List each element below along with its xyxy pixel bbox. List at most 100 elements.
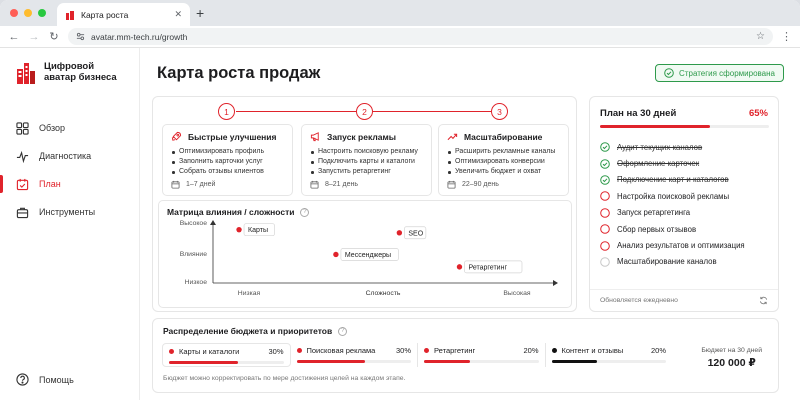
bookmark-star-icon[interactable]: ☆ xyxy=(756,31,765,42)
tab-title: Карта роста xyxy=(81,9,129,20)
rocket-icon xyxy=(171,131,182,141)
budget-item-bar xyxy=(296,360,411,363)
y-axis-arrow xyxy=(210,220,216,225)
step-3[interactable]: 3 xyxy=(491,103,508,120)
circle-outline-icon[interactable] xyxy=(600,191,610,202)
minimize-window-button[interactable] xyxy=(24,9,32,17)
plan-item[interactable]: Настройка поисковой рекламы xyxy=(600,188,775,204)
stage-task: Увеличить бюджет и охват xyxy=(447,167,560,177)
y-tick-label: Влияние xyxy=(180,251,208,258)
plan-percent: 65% xyxy=(748,108,768,119)
budget-item-percent: 30% xyxy=(268,347,284,356)
circle-outline-icon[interactable] xyxy=(600,257,610,267)
matrix-plot: Высокое Влияние Низкое Низкая Высокая Сложнос… xyxy=(180,220,558,297)
sidebar-item-overview[interactable]: Обзор xyxy=(0,114,139,142)
x-tick-label: Высокая xyxy=(503,290,531,297)
sidebar-item-diagnostics[interactable]: Диагностика xyxy=(0,142,139,170)
matrix-point-label: Карты xyxy=(248,227,268,234)
forward-icon[interactable]: → xyxy=(28,31,40,43)
stage-duration: 1–7 дней xyxy=(171,180,215,189)
stage-header: Масштабирование xyxy=(447,131,560,142)
stage-ads-launch[interactable]: Запуск рекламы Настроить поисковую рекла… xyxy=(301,124,432,196)
roadmap-card: 1 2 3 Быстрые улучшения Оптимизировать п… xyxy=(152,96,577,312)
sidebar-item-plan[interactable]: План xyxy=(0,170,139,198)
close-window-button[interactable] xyxy=(10,9,18,17)
budget-item-row: Контент и отзывы 20% xyxy=(551,346,666,355)
reload-icon[interactable]: ↻ xyxy=(48,30,60,43)
close-tab-icon[interactable]: ✕ xyxy=(174,9,182,20)
stage-scaling[interactable]: Масштабирование Расширить рекламные кана… xyxy=(438,124,569,196)
step-1[interactable]: 1 xyxy=(218,103,235,120)
budget-item[interactable]: Ретаргетинг 20% xyxy=(418,343,546,367)
sidebar-item-label: Обзор xyxy=(39,123,65,133)
budget-item[interactable]: Поисковая реклама 30% xyxy=(291,343,418,367)
plan-title: План на 30 дней xyxy=(600,108,677,119)
y-tick-label: Низкое xyxy=(185,279,208,286)
budget-total: Бюджет на 30 дней 120 000 ₽ xyxy=(701,347,762,369)
check-circle-icon[interactable] xyxy=(600,175,610,185)
maximize-window-button[interactable] xyxy=(38,9,46,17)
budget-item-bar xyxy=(169,361,284,364)
circle-outline-icon[interactable] xyxy=(600,207,610,218)
back-icon[interactable]: ← xyxy=(8,31,20,43)
plan-item[interactable]: Масштабирование каналов xyxy=(600,254,775,270)
app: Цифровой аватар бизнеса Обзор Диагностик… xyxy=(0,48,800,400)
plan-item[interactable]: Оформление карточек xyxy=(600,155,775,171)
sidebar-item-tools[interactable]: Инструменты xyxy=(0,198,139,226)
plan-item[interactable]: Сбор первых отзывов xyxy=(600,221,775,237)
matrix-point xyxy=(236,226,242,233)
calendar-icon xyxy=(171,180,180,189)
refresh-icon[interactable] xyxy=(759,296,768,305)
budget-item-bar xyxy=(551,360,666,363)
budget-item-bar xyxy=(424,360,539,363)
budget-item[interactable]: Контент и отзывы 20% xyxy=(546,343,673,367)
matrix-point xyxy=(396,230,403,236)
plan-item-label: Анализ результатов и оптимизация xyxy=(617,241,745,251)
trend-up-icon xyxy=(447,133,458,141)
budget-item-label: Контент и отзывы xyxy=(561,346,624,355)
help-link[interactable]: Помощь xyxy=(16,373,74,386)
budget-item-row: Ретаргетинг 20% xyxy=(424,346,539,355)
budget-card: Распределение бюджета и приоритетов ? Ка… xyxy=(152,318,779,393)
budget-title-text: Распределение бюджета и приоритетов xyxy=(163,326,333,336)
brand-line-1: Цифровой xyxy=(44,61,95,72)
info-icon[interactable]: ? xyxy=(338,326,348,336)
check-circle-icon[interactable] xyxy=(600,142,610,152)
pulse-icon xyxy=(16,150,29,163)
plan-item[interactable]: Запуск ретаргетинга xyxy=(600,205,775,221)
brand-line-2: аватар бизнеса xyxy=(44,72,117,83)
calendar-check-icon xyxy=(16,178,29,190)
browser-tab[interactable]: Карта роста ✕ xyxy=(57,3,190,26)
matrix-point-label: SEO xyxy=(408,230,423,237)
circle-outline-icon[interactable] xyxy=(600,224,610,234)
stage-task-list: Настроить поисковую рекламу Подключить к… xyxy=(310,147,423,177)
stage-quick-wins[interactable]: Быстрые улучшения Оптимизировать профиль… xyxy=(162,124,293,196)
brand[interactable]: Цифровой аватар бизнеса xyxy=(0,48,139,84)
budget-title: Распределение бюджета и приоритетов ? xyxy=(163,326,348,336)
new-tab-button[interactable]: + xyxy=(196,3,204,23)
stage-task: Запустить ретаргетинг xyxy=(310,167,423,177)
budget-item-dot xyxy=(551,348,557,353)
url-field[interactable]: avatar.mm-tech.ru/growth ☆ xyxy=(68,28,773,45)
plan-item-label: Настройка поисковой рекламы xyxy=(617,191,730,201)
site-info-icon[interactable] xyxy=(76,32,85,41)
budget-item-percent: 20% xyxy=(650,346,666,355)
check-circle-icon xyxy=(664,68,674,78)
sidebar: Цифровой аватар бизнеса Обзор Диагностик… xyxy=(0,48,140,400)
plan-item[interactable]: Аудит текущих каналов xyxy=(600,139,775,155)
stepper-connector xyxy=(236,111,356,112)
browser-menu-icon[interactable]: ⋮ xyxy=(781,30,792,43)
sidebar-menu: Обзор Диагностика План Инструменты xyxy=(0,114,139,226)
budget-item-row: Поисковая реклама 30% xyxy=(296,346,411,355)
plan-item[interactable]: Подключение карт и каталогов xyxy=(600,172,775,188)
stage-duration-text: 22–90 день xyxy=(462,181,499,188)
check-circle-icon[interactable] xyxy=(600,158,610,169)
budget-item[interactable]: Карты и каталоги 30% xyxy=(162,343,291,367)
stage-duration: 8–21 день xyxy=(310,180,358,189)
impact-matrix-chart: Матрица влияния / сложности ? Высокое Вли… xyxy=(158,200,572,308)
step-2[interactable]: 2 xyxy=(356,103,373,120)
plan-item[interactable]: Анализ результатов и оптимизация xyxy=(600,237,775,253)
circle-outline-icon[interactable] xyxy=(600,240,610,251)
plan-item-label: Подключение карт и каталогов xyxy=(617,175,729,185)
stage-task: Оптимизировать конверсии xyxy=(447,157,560,167)
